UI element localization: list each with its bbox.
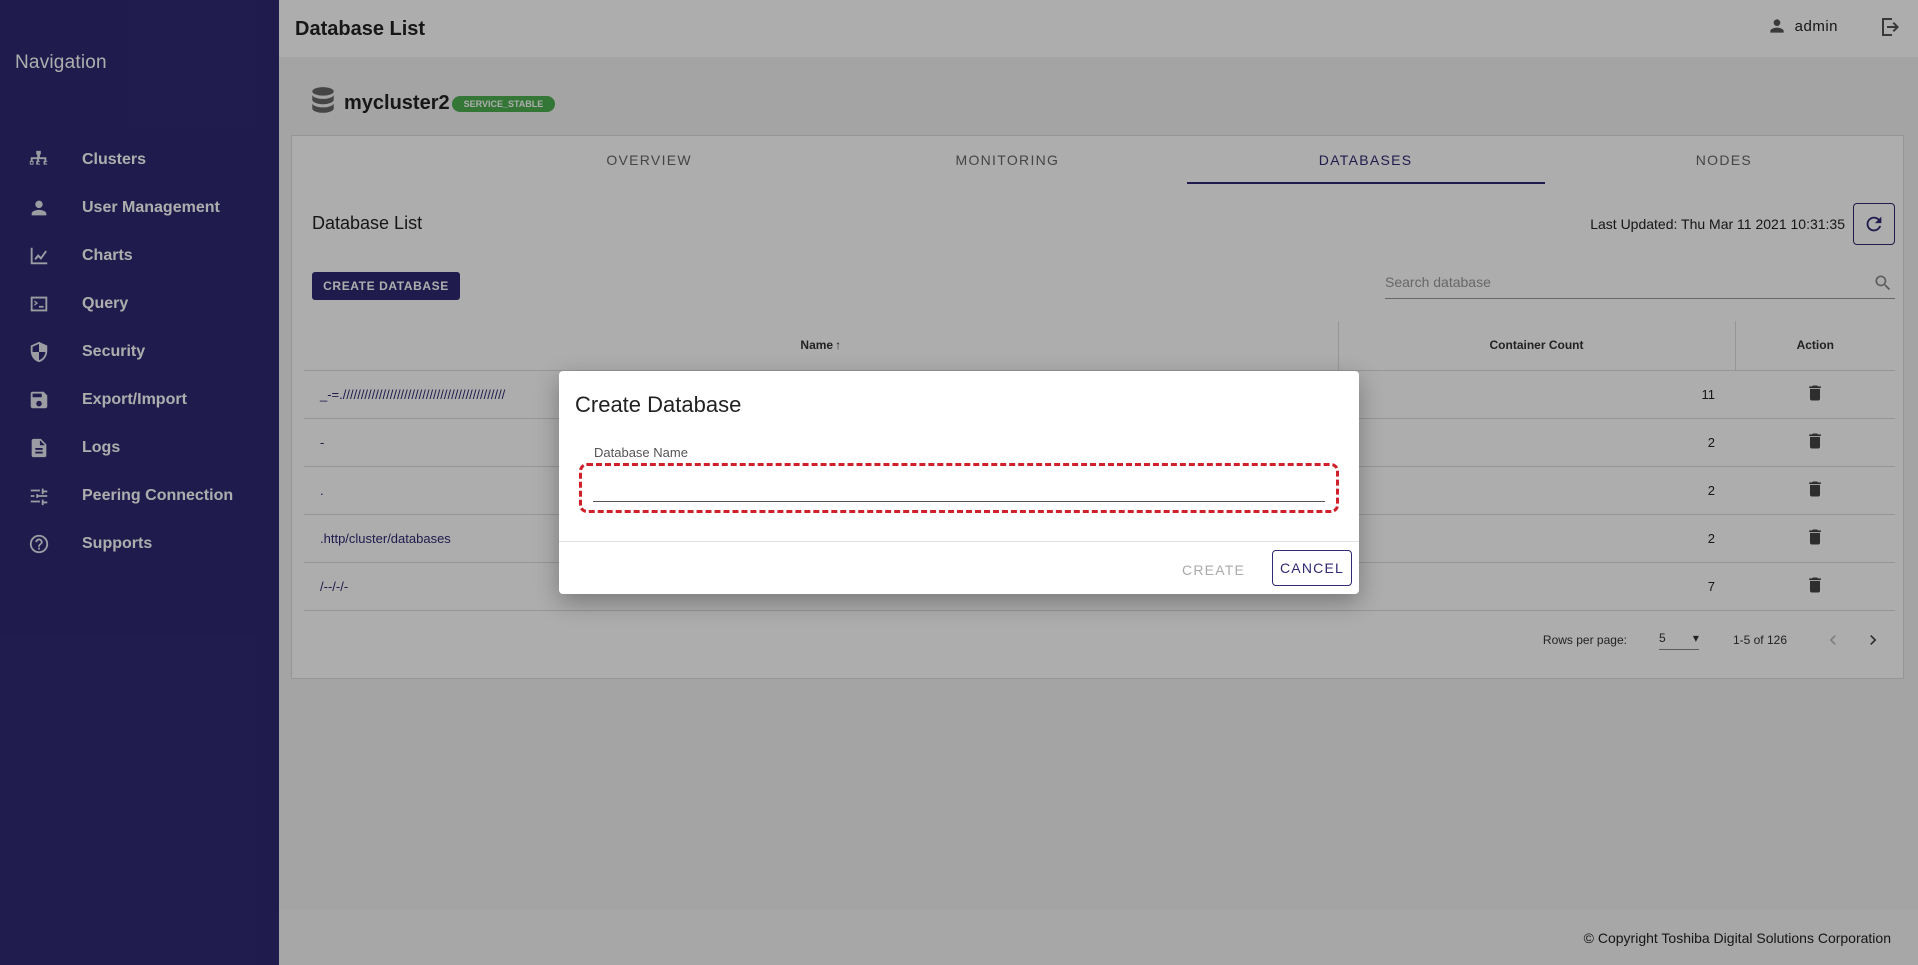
database-name-field-highlight	[579, 463, 1339, 513]
dialog-divider	[559, 541, 1359, 542]
cancel-button[interactable]: CANCEL	[1272, 550, 1352, 586]
create-database-dialog: Create Database Database Name CREATE CAN…	[559, 371, 1359, 594]
dialog-title: Create Database	[575, 392, 742, 417]
create-button[interactable]: CREATE	[1172, 553, 1255, 587]
database-name-label: Database Name	[594, 445, 688, 460]
database-name-input[interactable]	[593, 476, 1325, 502]
